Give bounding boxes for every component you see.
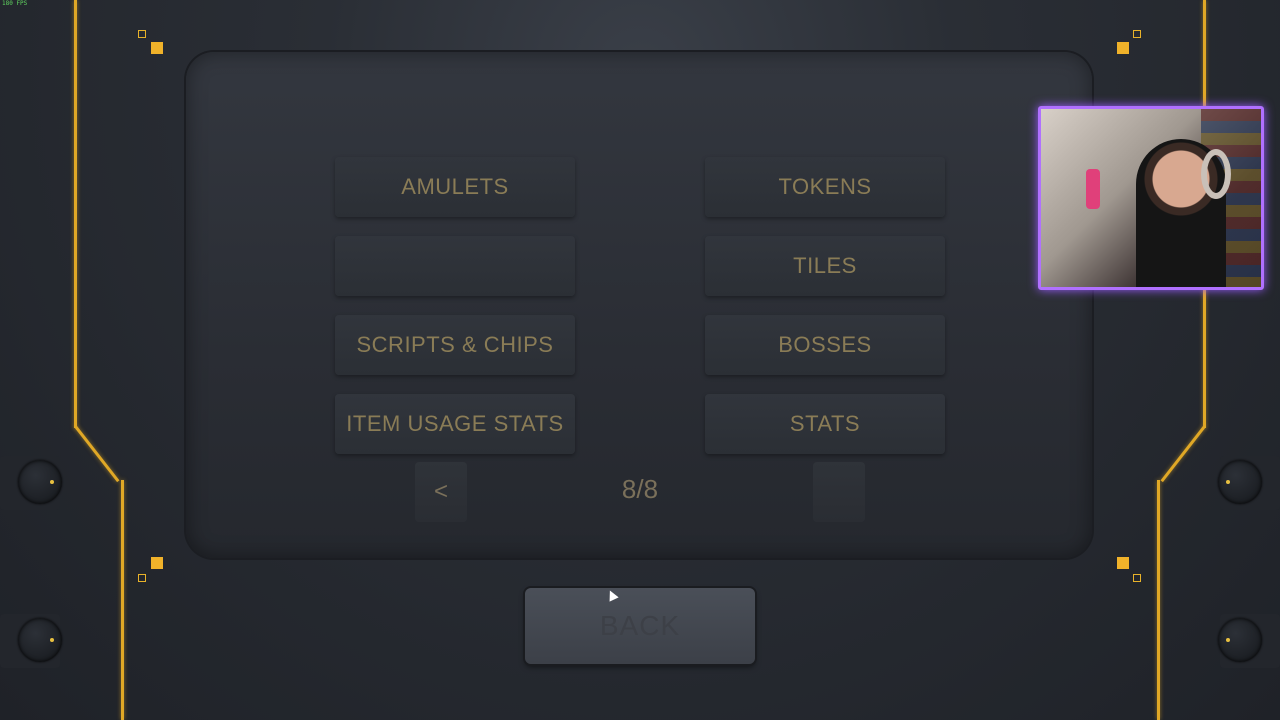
next-page-button[interactable]	[813, 462, 865, 522]
item-usage-stats-button[interactable]: ITEM USAGE STATS	[335, 394, 575, 454]
stats-button[interactable]: STATS	[705, 394, 945, 454]
page-indicator: 8/8	[621, 474, 659, 504]
amulets-button[interactable]: AMULETS	[335, 157, 575, 217]
fps-counter: 180 FPS	[2, 0, 28, 7]
bosses-button[interactable]: BOSSES	[705, 315, 945, 375]
tokens-button[interactable]: TOKENS	[705, 157, 945, 217]
scripts-chips-button[interactable]: SCRIPTS & CHIPS	[335, 315, 575, 375]
empty-menu-button[interactable]	[335, 236, 575, 296]
back-button[interactable]: BACK	[525, 588, 755, 664]
prev-page-button[interactable]: <	[415, 462, 467, 522]
webcam-overlay	[1038, 106, 1264, 290]
tiles-button[interactable]: TILES	[705, 236, 945, 296]
